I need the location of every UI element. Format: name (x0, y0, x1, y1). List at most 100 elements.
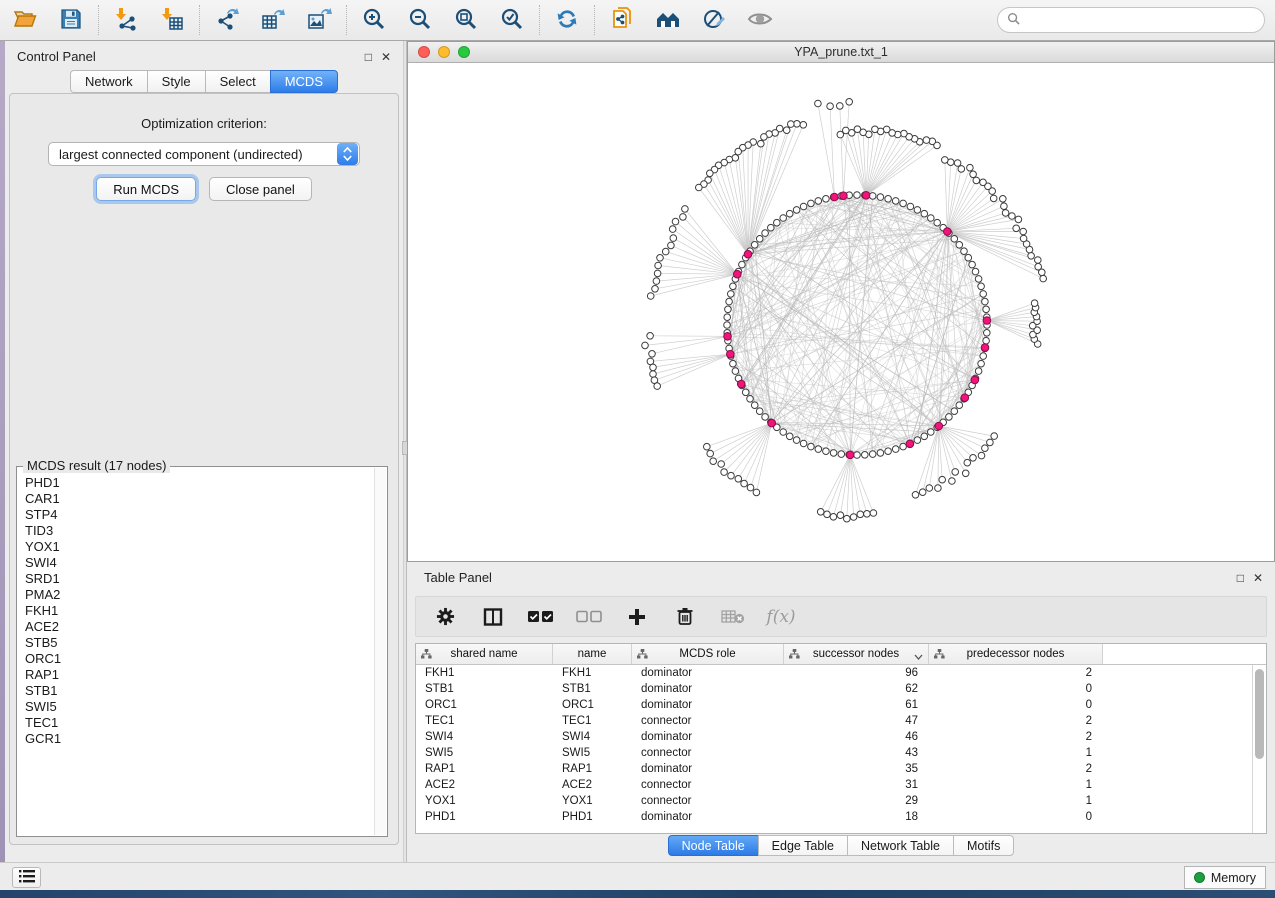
table-cell-name[interactable]: RAP1 (553, 763, 632, 775)
tab-edge-table[interactable]: Edge Table (758, 835, 847, 856)
unselect-all-columns-button[interactable] (576, 604, 602, 630)
network-canvas[interactable] (408, 63, 1274, 561)
table-cell-predecessor[interactable]: 0 (929, 699, 1103, 711)
mcds-result-item[interactable]: CAR1 (25, 491, 374, 507)
table-cell-shared_name[interactable]: FKH1 (416, 667, 553, 679)
mcds-result-item[interactable]: PMA2 (25, 587, 374, 603)
table-cell-predecessor[interactable]: 0 (929, 683, 1103, 695)
tab-network[interactable]: Network (70, 70, 147, 93)
table-cell-name[interactable]: YOX1 (553, 795, 632, 807)
float-panel-icon[interactable]: □ (365, 51, 372, 63)
table-cell-name[interactable]: SWI4 (553, 731, 632, 743)
zoom-selected-button[interactable] (497, 5, 527, 35)
table-cell-shared_name[interactable]: RAP1 (416, 763, 553, 775)
table-row[interactable]: FKH1FKH1dominator962 (416, 665, 1252, 681)
table-cell-mcds_role[interactable]: dominator (632, 731, 784, 743)
table-cell-successor[interactable]: 62 (784, 683, 929, 695)
table-cell-successor[interactable]: 43 (784, 747, 929, 759)
close-panel-icon[interactable]: ✕ (381, 51, 391, 63)
table-cell-mcds_role[interactable]: dominator (632, 699, 784, 711)
mcds-result-item[interactable]: FKH1 (25, 603, 374, 619)
mcds-result-item[interactable]: STB5 (25, 635, 374, 651)
mcds-result-item[interactable]: ACE2 (25, 619, 374, 635)
table-cell-name[interactable]: ORC1 (553, 699, 632, 711)
mcds-result-item[interactable]: SRD1 (25, 571, 374, 587)
mcds-result-item[interactable]: STB1 (25, 683, 374, 699)
tab-motifs[interactable]: Motifs (953, 835, 1014, 856)
table-row[interactable]: SWI5SWI5connector431 (416, 745, 1252, 761)
table-cell-shared_name[interactable]: SWI5 (416, 747, 553, 759)
table-row[interactable]: SWI4SWI4dominator462 (416, 729, 1252, 745)
apply-layout-button[interactable] (552, 5, 582, 35)
network-nodes[interactable] (642, 99, 1047, 523)
table-cell-predecessor[interactable]: 1 (929, 795, 1103, 807)
close-panel-button[interactable]: Close panel (209, 177, 312, 201)
table-settings-button[interactable] (432, 604, 458, 630)
hide-style-button[interactable] (745, 5, 775, 35)
table-cell-name[interactable]: STB1 (553, 683, 632, 695)
mcds-result-item[interactable]: RAP1 (25, 667, 374, 683)
network-window-titlebar[interactable]: YPA_prune.txt_1 (408, 42, 1274, 63)
column-header-successor-nodes[interactable]: successor nodes (784, 644, 929, 664)
table-cell-predecessor[interactable]: 2 (929, 667, 1103, 679)
export-table-button[interactable] (258, 5, 288, 35)
mcds-result-item[interactable]: YOX1 (25, 539, 374, 555)
close-panel-icon[interactable]: ✕ (1253, 572, 1263, 584)
table-cell-shared_name[interactable]: YOX1 (416, 795, 553, 807)
mcds-result-item[interactable]: SWI4 (25, 555, 374, 571)
table-cell-shared_name[interactable]: STB1 (416, 683, 553, 695)
table-row[interactable]: RAP1RAP1dominator352 (416, 761, 1252, 777)
zoom-out-button[interactable] (405, 5, 435, 35)
zoom-fit-button[interactable] (451, 5, 481, 35)
table-cell-name[interactable]: PHD1 (553, 811, 632, 823)
mcds-result-item[interactable]: ORC1 (25, 651, 374, 667)
table-cell-predecessor[interactable]: 0 (929, 811, 1103, 823)
table-cell-name[interactable]: ACE2 (553, 779, 632, 791)
table-cell-shared_name[interactable]: ACE2 (416, 779, 553, 791)
mcds-result-item[interactable]: PHD1 (25, 475, 374, 491)
float-panel-icon[interactable]: □ (1237, 572, 1244, 584)
sort-menu-icon[interactable] (914, 651, 923, 663)
table-cell-name[interactable]: FKH1 (553, 667, 632, 679)
table-row[interactable]: TEC1TEC1connector472 (416, 713, 1252, 729)
mcds-result-item[interactable]: GCR1 (25, 731, 374, 747)
mcds-list-scrollbar[interactable] (374, 468, 386, 835)
memory-button[interactable]: Memory (1184, 866, 1266, 889)
search-input[interactable] (1026, 13, 1255, 27)
mcds-result-item[interactable]: STP4 (25, 507, 374, 523)
table-row[interactable]: YOX1YOX1connector291 (416, 793, 1252, 809)
mcds-result-item[interactable]: TID3 (25, 523, 374, 539)
table-cell-mcds_role[interactable]: connector (632, 779, 784, 791)
table-row[interactable]: STB1STB1dominator620 (416, 681, 1252, 697)
table-cell-successor[interactable]: 18 (784, 811, 929, 823)
table-cell-predecessor[interactable]: 2 (929, 715, 1103, 727)
table-cell-mcds_role[interactable]: dominator (632, 667, 784, 679)
table-cell-successor[interactable]: 47 (784, 715, 929, 727)
table-cell-mcds_role[interactable]: dominator (632, 763, 784, 775)
zoom-in-button[interactable] (359, 5, 389, 35)
column-header-name[interactable]: name (553, 644, 632, 664)
table-cell-successor[interactable]: 46 (784, 731, 929, 743)
table-cell-successor[interactable]: 35 (784, 763, 929, 775)
select-all-columns-button[interactable] (528, 604, 554, 630)
table-cell-successor[interactable]: 29 (784, 795, 929, 807)
table-cell-mcds_role[interactable]: dominator (632, 811, 784, 823)
search-box[interactable] (997, 7, 1265, 33)
table-cell-predecessor[interactable]: 1 (929, 747, 1103, 759)
table-cell-mcds_role[interactable]: connector (632, 715, 784, 727)
table-cell-mcds_role[interactable]: connector (632, 795, 784, 807)
show-columns-button[interactable] (480, 604, 506, 630)
column-header-predecessor-nodes[interactable]: predecessor nodes (929, 644, 1103, 664)
table-cell-name[interactable]: TEC1 (553, 715, 632, 727)
table-cell-mcds_role[interactable]: connector (632, 747, 784, 759)
show-style-button[interactable] (699, 5, 729, 35)
create-column-button[interactable] (624, 604, 650, 630)
table-cell-mcds_role[interactable]: dominator (632, 683, 784, 695)
optimization-criterion-select[interactable]: largest connected component (undirected) (48, 142, 360, 166)
table-scrollbar-thumb[interactable] (1255, 669, 1264, 759)
table-cell-predecessor[interactable]: 2 (929, 731, 1103, 743)
tab-select[interactable]: Select (205, 70, 270, 93)
import-table-button[interactable] (157, 5, 187, 35)
copy-network-button[interactable] (607, 5, 637, 35)
panel-menu-button[interactable] (12, 867, 41, 888)
